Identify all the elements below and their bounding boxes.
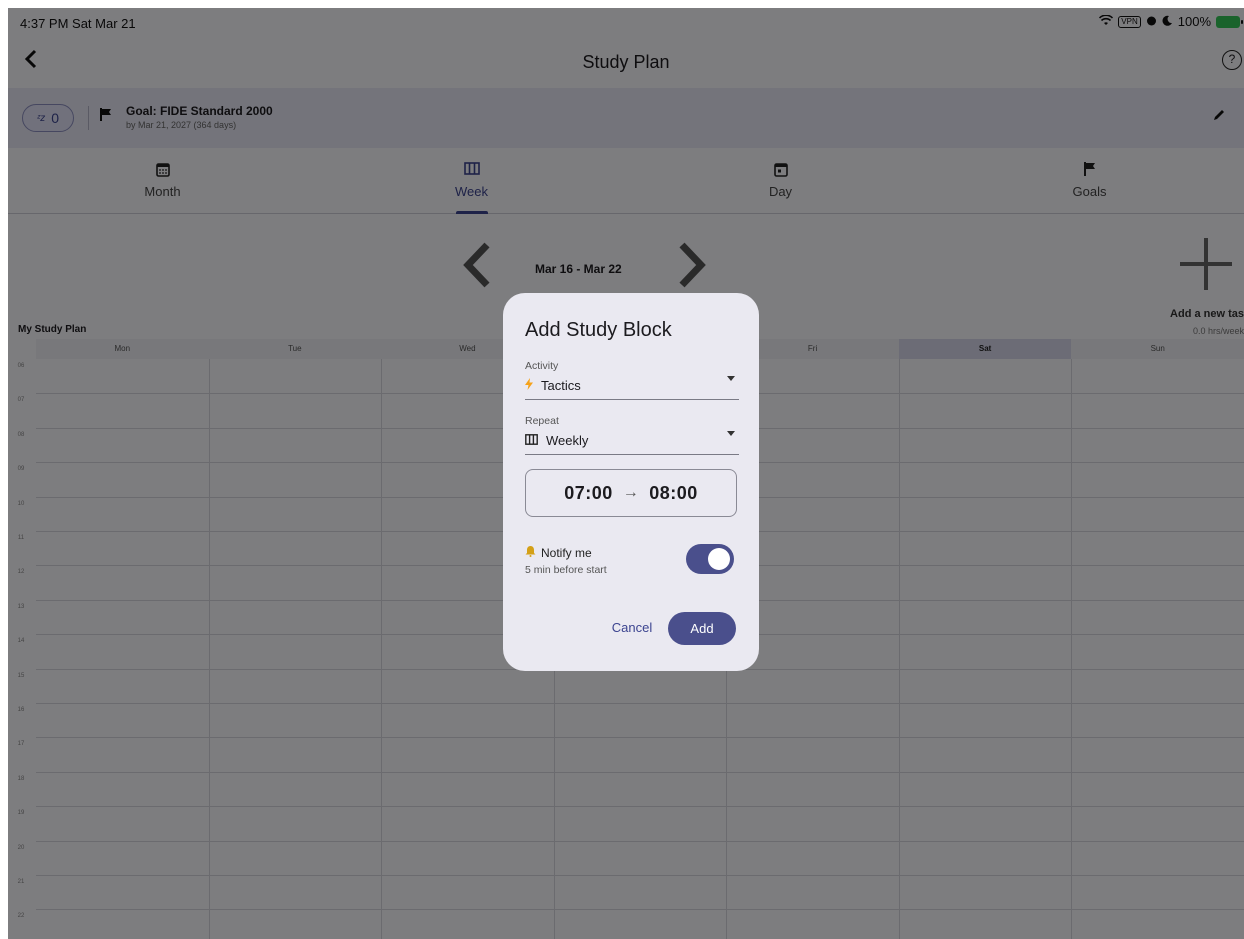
cancel-button[interactable]: Cancel — [601, 613, 663, 643]
activity-label: Activity — [525, 360, 559, 372]
bell-icon — [525, 545, 536, 560]
repeat-value: Weekly — [546, 433, 589, 448]
activity-select[interactable]: Activity Tactics — [525, 360, 739, 400]
notify-sublabel: 5 min before start — [525, 564, 607, 576]
repeat-select[interactable]: Repeat Weekly — [525, 415, 739, 455]
notify-toggle[interactable] — [686, 544, 734, 574]
chevron-down-icon — [727, 376, 735, 381]
arrow-right-icon: → — [622, 484, 640, 501]
start-time[interactable]: 07:00 — [564, 483, 613, 504]
activity-value: Tactics — [541, 378, 581, 393]
dialog-title: Add Study Block — [525, 319, 672, 341]
add-button[interactable]: Add — [668, 612, 736, 645]
notify-label: Notify me — [541, 545, 592, 560]
add-study-block-dialog: Add Study Block Activity Tactics Repeat … — [503, 293, 759, 671]
time-range-picker[interactable]: 07:00 → 08:00 — [525, 469, 737, 517]
app-frame: 4:37 PM Sat Mar 21 VPN 100% Study Plan ?… — [8, 8, 1244, 939]
toggle-knob — [708, 548, 730, 570]
repeat-label: Repeat — [525, 415, 559, 427]
chevron-down-icon — [727, 431, 735, 436]
bolt-icon — [525, 378, 533, 393]
view-week-icon — [525, 433, 538, 448]
end-time[interactable]: 08:00 — [649, 483, 698, 504]
